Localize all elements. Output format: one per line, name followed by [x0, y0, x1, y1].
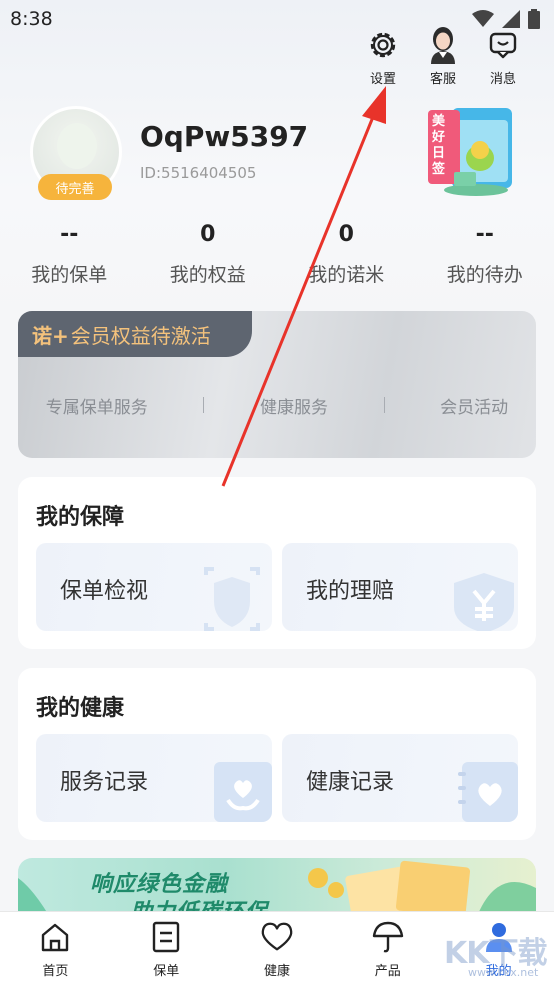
signal-icon: [502, 10, 520, 28]
wifi-icon: [472, 10, 494, 27]
policy-icon: [149, 920, 183, 954]
profile-section: 待完善 OqPw5397 ID:5516404505 美好日签: [30, 106, 530, 206]
message-icon: [486, 28, 520, 62]
tab-policy[interactable]: 保单: [111, 912, 222, 984]
messages-label: 消息: [489, 72, 516, 87]
tab-health[interactable]: 健康: [222, 912, 333, 984]
stat-my-benefits[interactable]: 0 我的权益: [139, 222, 278, 292]
stat-value: --: [60, 222, 79, 247]
member-benefits-card[interactable]: 诺+ 会员权益待激活 专属保单服务 健康服务 会员活动: [18, 311, 536, 458]
customer-service-label: 客服: [429, 72, 456, 87]
heart-notebook-icon: [458, 762, 518, 822]
messages-button[interactable]: 消息: [484, 28, 522, 87]
green-finance-banner[interactable]: 响应绿色金融 助力低碳环保: [18, 858, 536, 914]
status-time: 8:38: [10, 8, 53, 30]
username: OqPw5397: [140, 120, 309, 153]
member-tab-health-service[interactable]: 健康服务: [260, 393, 328, 418]
stat-label: 我的待办: [446, 264, 523, 286]
heart-icon: [260, 920, 294, 954]
care-hand-icon: [214, 762, 272, 822]
my-claims-tile[interactable]: 我的理赔: [282, 543, 518, 631]
tab-label: 产品: [374, 964, 401, 979]
health-title: 我的健康: [36, 696, 125, 721]
user-id: ID:5516404505: [140, 164, 257, 182]
yuan-shield-icon: [454, 573, 514, 631]
umbrella-icon: [371, 920, 405, 954]
tile-label: 保单检视: [60, 579, 149, 604]
customer-service-button[interactable]: 客服: [424, 27, 462, 87]
tab-label: 首页: [42, 964, 69, 979]
settings-button[interactable]: 设置: [364, 28, 402, 87]
stats-row: -- 我的保单 0 我的权益 0 我的诺米 -- 我的待办: [0, 222, 554, 292]
member-tab-policy-service[interactable]: 专属保单服务: [46, 393, 148, 418]
tab-home[interactable]: 首页: [0, 912, 111, 984]
tile-label: 服务记录: [60, 770, 149, 795]
tile-label: 健康记录: [306, 770, 395, 795]
divider: [383, 397, 385, 413]
health-section: 我的健康 服务记录 健康记录: [18, 668, 536, 840]
member-tabs: 专属保单服务 健康服务 会员活动: [18, 393, 536, 418]
stat-my-policies[interactable]: -- 我的保单: [0, 222, 139, 292]
tile-label: 我的理赔: [306, 579, 395, 604]
shield-scan-icon: [204, 567, 260, 631]
battery-icon: [528, 9, 540, 29]
stat-value: 0: [200, 222, 216, 247]
member-logo: 诺+: [32, 323, 69, 348]
health-records-tile[interactable]: 健康记录: [282, 734, 518, 822]
daily-sign-card[interactable]: 美好日签: [426, 104, 516, 200]
stat-label: 我的诺米: [308, 264, 385, 286]
member-card-title: 诺+ 会员权益待激活: [18, 311, 252, 357]
profile-incomplete-badge[interactable]: 待完善: [38, 174, 112, 200]
service-records-tile[interactable]: 服务记录: [36, 734, 272, 822]
watermark-url: www.kkx.net: [468, 966, 539, 979]
stat-value: 0: [338, 222, 354, 247]
tab-label: 保单: [153, 964, 180, 979]
member-tab-member-activity[interactable]: 会员活动: [440, 393, 508, 418]
tab-products[interactable]: 产品: [332, 912, 443, 984]
avatar-placeholder: [57, 123, 97, 169]
stat-value: --: [475, 222, 494, 247]
tab-label: 健康: [263, 964, 290, 979]
protection-section: 我的保障 保单检视 我的理赔: [18, 477, 536, 649]
stat-my-nuomi[interactable]: 0 我的诺米: [277, 222, 416, 292]
policy-review-tile[interactable]: 保单检视: [36, 543, 272, 631]
stat-my-todo[interactable]: -- 我的待办: [416, 222, 554, 292]
header-actions: 设置 客服 消息: [364, 27, 522, 87]
stat-label: 我的权益: [169, 264, 246, 286]
agent-avatar-icon: [426, 27, 460, 64]
gear-icon: [366, 28, 400, 62]
stat-label: 我的保单: [31, 264, 108, 286]
protection-title: 我的保障: [36, 505, 125, 530]
status-icons: [472, 9, 540, 29]
settings-label: 设置: [369, 72, 396, 87]
member-title-text: 会员权益待激活: [70, 323, 211, 348]
home-icon: [38, 920, 72, 954]
divider: [203, 397, 205, 413]
daily-sign-text: 美好日签: [432, 114, 446, 177]
